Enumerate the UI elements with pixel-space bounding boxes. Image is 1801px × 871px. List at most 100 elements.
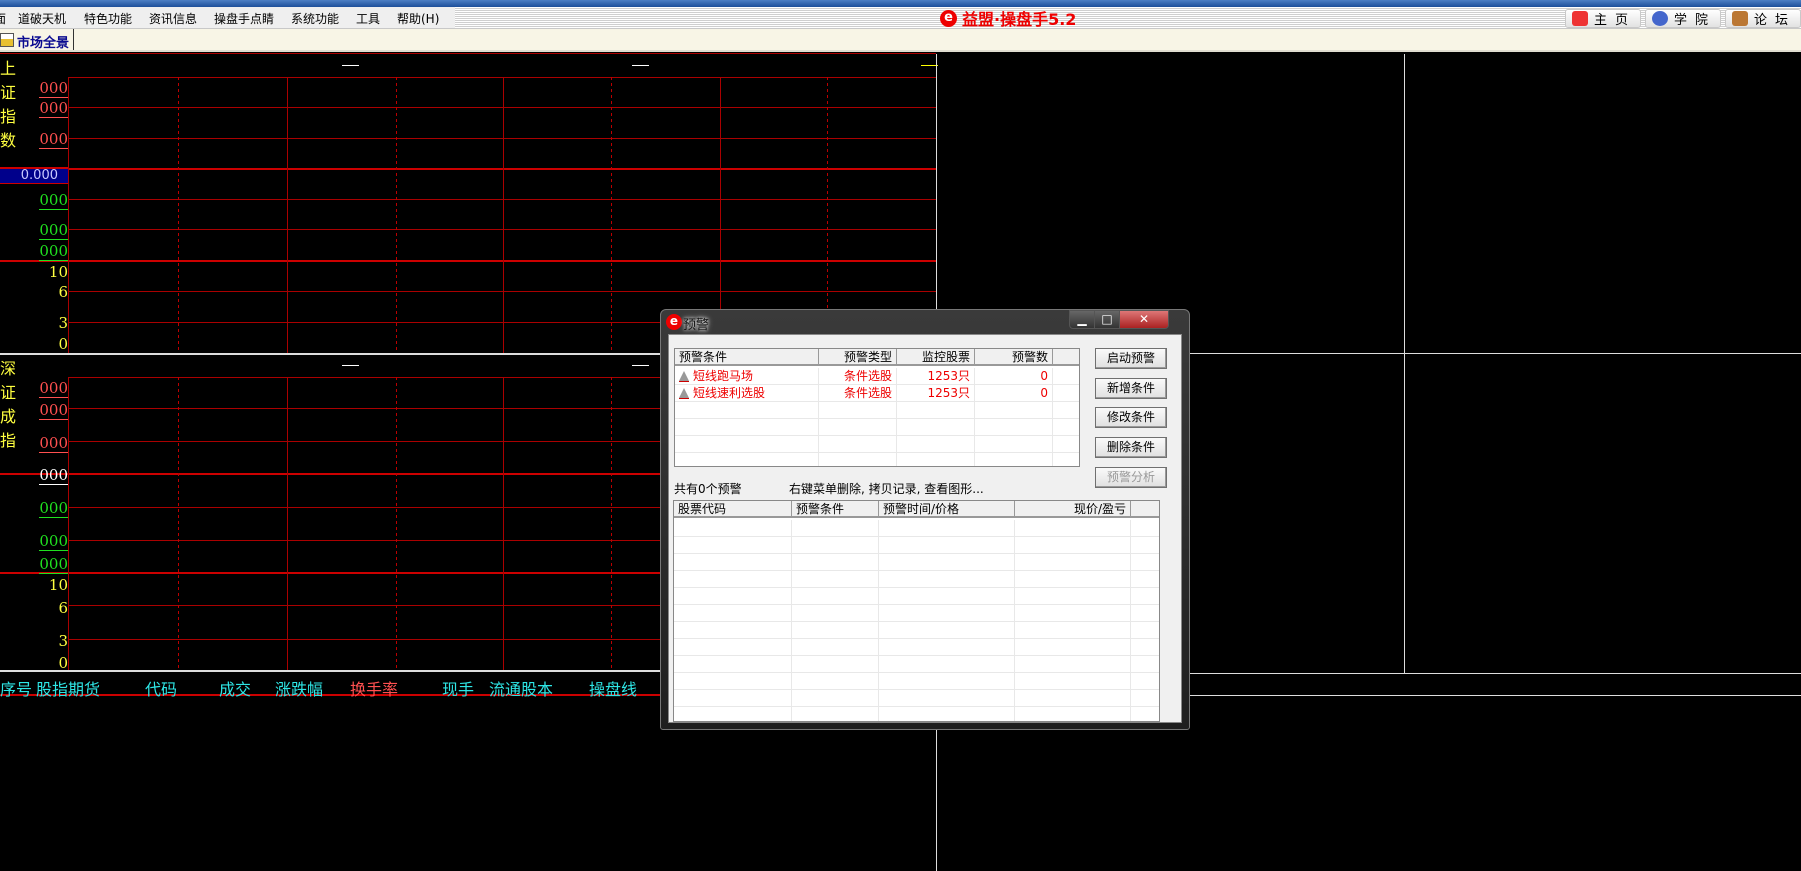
alert-dialog: e 预警 ▁ □ ✕ 预警条件 预警类型 监控股票 预警数 短线跑马场 条件选股 1253只… xyxy=(660,309,1190,730)
condition-list[interactable]: 预警条件 预警类型 监控股票 预警数短线跑马场 条件选股 1253只 0 短线速利选股 条件选股… xyxy=(674,348,1080,467)
column-header[interactable]: 预警数 xyxy=(975,349,1053,366)
home-button[interactable]: 主页 xyxy=(1565,9,1641,28)
brand-logo: e 益盟·操盘手5.2 xyxy=(940,8,1076,29)
menu-item[interactable]: 系统功能 xyxy=(291,10,339,27)
column-header[interactable]: 现手 xyxy=(442,676,474,700)
column-header[interactable]: 预警类型 xyxy=(819,349,897,366)
list-item[interactable] xyxy=(674,571,1159,588)
grid-line xyxy=(396,377,397,670)
grid-axis xyxy=(68,77,69,353)
list-item[interactable]: 短线速利选股 条件选股 1253只 0 xyxy=(675,385,1079,402)
column-header[interactable]: 预警条件 xyxy=(792,501,879,518)
menu-item[interactable]: 资讯信息 xyxy=(149,10,197,27)
list-item[interactable] xyxy=(674,673,1159,690)
alert-list[interactable]: 股票代码 预警条件 预警时间/价格 现价/盈亏 xyxy=(673,500,1160,722)
menu-item[interactable]: 工具 xyxy=(356,10,380,27)
cell-text: 短线速利选股 xyxy=(693,386,766,400)
list-cell xyxy=(1131,588,1159,605)
price-axis-label: 000 xyxy=(0,191,68,210)
column-header[interactable]: 现价/盈亏 xyxy=(1015,501,1131,518)
academy-icon xyxy=(1652,11,1668,26)
grid-line xyxy=(611,377,612,670)
alert-count: 共有0个预警 xyxy=(674,482,742,496)
column-header[interactable]: 预警条件 xyxy=(675,349,819,366)
list-cell xyxy=(1015,588,1131,605)
maximize-button[interactable]: □ xyxy=(1094,310,1120,329)
price-axis-label: 000 xyxy=(0,242,68,261)
column-header[interactable]: 股票代码 xyxy=(674,501,792,518)
price-axis-value: 000 xyxy=(39,555,68,574)
list-item[interactable] xyxy=(675,402,1079,419)
list-cell xyxy=(1131,537,1159,554)
list-cell xyxy=(675,419,819,436)
list-item[interactable] xyxy=(675,419,1079,436)
academy-button[interactable]: 学院 xyxy=(1645,9,1721,28)
minimize-button[interactable]: ▁ xyxy=(1069,310,1095,329)
cell-text: 0 xyxy=(1040,369,1048,383)
column-header[interactable]: 监控股票 xyxy=(897,349,975,366)
dialog-button-4[interactable]: 删除条件 xyxy=(1095,437,1167,458)
list-item[interactable] xyxy=(674,537,1159,554)
close-button[interactable]: ✕ xyxy=(1119,310,1169,329)
list-item[interactable] xyxy=(675,436,1079,453)
price-axis-label: 000 xyxy=(0,555,68,574)
list-cell xyxy=(792,690,879,707)
list-item[interactable] xyxy=(674,690,1159,707)
list-cell xyxy=(674,690,792,707)
column-header[interactable]: 流通股本 xyxy=(489,676,553,700)
column-header[interactable]: 成交 xyxy=(219,676,251,700)
list-cell: 0 xyxy=(975,368,1053,385)
list-cell xyxy=(674,656,792,673)
list-item[interactable] xyxy=(674,656,1159,673)
menu-item[interactable]: 特色功能 xyxy=(84,10,132,27)
list-cell xyxy=(674,554,792,571)
list-item[interactable] xyxy=(674,605,1159,622)
list-cell xyxy=(879,520,1015,537)
list-cell: 短线跑马场 xyxy=(675,368,819,385)
column-header[interactable]: 代码 xyxy=(145,676,177,700)
column-header[interactable]: 股指期货 xyxy=(36,676,100,700)
list-cell xyxy=(1015,656,1131,673)
list-item[interactable] xyxy=(674,554,1159,571)
market-overview-button[interactable]: 市场全景 xyxy=(17,32,69,51)
dialog-button-2[interactable]: 新增条件 xyxy=(1095,378,1167,399)
price-axis-value: 000 xyxy=(39,434,68,453)
column-header[interactable]: 涨跌幅 xyxy=(275,676,323,700)
dialog-button-3[interactable]: 修改条件 xyxy=(1095,407,1167,428)
list-item[interactable] xyxy=(674,622,1159,639)
list-cell xyxy=(792,571,879,588)
list-item[interactable] xyxy=(674,588,1159,605)
dialog-button-1[interactable]: 启动预警 xyxy=(1095,348,1167,369)
column-header[interactable]: 换手率 xyxy=(350,676,398,700)
price-axis-value: 000 xyxy=(39,466,68,485)
volume-axis-label: 6 xyxy=(58,283,68,301)
list-item[interactable] xyxy=(674,520,1159,537)
price-axis-value: 000 xyxy=(39,191,68,210)
price-axis-value: 000 xyxy=(39,221,68,240)
list-cell xyxy=(1053,419,1079,436)
column-header[interactable]: 操盘线 xyxy=(589,676,637,700)
menu-item[interactable]: 面 xyxy=(0,10,6,27)
list-cell xyxy=(879,656,1015,673)
list-cell xyxy=(674,537,792,554)
list-item[interactable]: 短线跑马场 条件选股 1253只 0 xyxy=(675,368,1079,385)
menu-item[interactable]: 帮助(H) xyxy=(397,10,439,27)
list-cell xyxy=(792,707,879,721)
dialog-body: 预警条件 预警类型 监控股票 预警数 短线跑马场 条件选股 1253只 0 短线速利选股 条件选股… xyxy=(668,334,1182,723)
column-header[interactable]: 序号 xyxy=(0,676,32,700)
forum-button[interactable]: 论坛 xyxy=(1725,9,1801,28)
menu-item[interactable]: 操盘手点睛 xyxy=(214,10,274,27)
list-item[interactable] xyxy=(674,639,1159,656)
list-cell xyxy=(897,453,975,466)
column-header[interactable]: 预警时间/价格 xyxy=(879,501,1015,518)
list-cell xyxy=(1015,520,1131,537)
list-cell xyxy=(1015,537,1131,554)
list-cell xyxy=(879,622,1015,639)
list-item[interactable] xyxy=(674,707,1159,721)
context-hint: 右键菜单删除, 拷贝记录, 查看图形... xyxy=(789,482,984,496)
list-cell xyxy=(879,588,1015,605)
list-cell xyxy=(674,520,792,537)
price-axis-label: 000 xyxy=(0,434,68,453)
menu-item[interactable]: 道破天机 xyxy=(18,10,66,27)
list-item[interactable] xyxy=(675,453,1079,466)
